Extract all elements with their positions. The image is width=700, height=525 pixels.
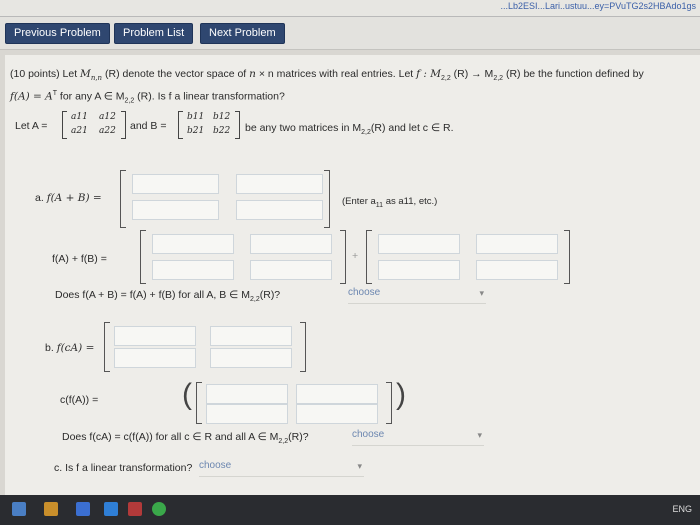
mail-icon[interactable]: [104, 502, 118, 516]
fca-input-22[interactable]: [210, 348, 292, 368]
cfa-bracket-l: [196, 382, 202, 424]
fca-input-12[interactable]: [210, 326, 292, 346]
bracket-left: [120, 170, 126, 228]
n-var: n: [249, 68, 256, 80]
part-c-question: c. Is f a linear transformation?: [54, 462, 193, 474]
does-a-question: Does f(A + B) = f(A) + f(B) for all A, B…: [55, 289, 281, 304]
chevron-down-icon: ▾: [479, 288, 484, 298]
chrome-icon[interactable]: [152, 502, 166, 516]
part-c-select[interactable]: choose ▾: [199, 460, 364, 477]
fb-input-22[interactable]: [476, 260, 558, 280]
fb-input-21[interactable]: [378, 260, 460, 280]
matrix-a: a11 a12 a21 a22: [62, 111, 126, 139]
app-icon[interactable]: [128, 502, 142, 516]
problem-nav-bar: Previous Problem Problem List Next Probl…: [0, 17, 700, 50]
sum-bracket-r2: [564, 230, 570, 284]
fa-input-21[interactable]: [152, 260, 234, 280]
sum-bracket-l1: [140, 230, 146, 284]
fca-bracket-l: [104, 322, 110, 372]
sum-expr: f(A) + f(B) =: [52, 253, 107, 265]
a21: a21: [71, 126, 88, 136]
cfa-bracket-r: [386, 382, 392, 424]
fa-input-11[interactable]: [152, 234, 234, 254]
problem-statement: (10 points) Let Mn,n (R) denote the vect…: [10, 68, 644, 105]
func-def: f : M: [416, 68, 441, 80]
fa-input-22[interactable]: [250, 260, 332, 280]
next-problem-button[interactable]: Next Problem: [200, 23, 285, 44]
part-a-label: a. f(A + B) =: [35, 192, 102, 204]
matrix-b: b11 b12 b21 b22: [178, 111, 240, 139]
previous-problem-button[interactable]: Previous Problem: [5, 23, 110, 44]
sum-bracket-l2: [366, 230, 372, 284]
does-a-select[interactable]: choose ▾: [348, 287, 486, 304]
locale-indicator: ENG: [672, 504, 692, 514]
sum-bracket-r1: [340, 230, 346, 284]
fab-input-11[interactable]: [132, 174, 219, 194]
paren-left: (: [182, 378, 192, 411]
cfa-input-12[interactable]: [296, 384, 378, 404]
a22: a22: [99, 126, 116, 136]
taskbar: ENG: [0, 495, 700, 525]
fca-input-11[interactable]: [114, 326, 196, 346]
bracket-right: [324, 170, 330, 228]
part-b-label: b. f(cA) =: [45, 342, 95, 354]
intro-text-d: (R) be the function defined by: [505, 68, 644, 80]
m-nn: Mn,n: [80, 68, 103, 83]
fb-input-11[interactable]: [378, 234, 460, 254]
fca-bracket-r: [300, 322, 306, 372]
file-explorer-icon[interactable]: [44, 502, 58, 516]
cfa-expr: c(f(A)) =: [60, 394, 99, 406]
a12: a12: [99, 112, 116, 122]
fa-def: f(A) = A: [10, 90, 53, 103]
chevron-down-icon: ▾: [357, 461, 362, 471]
b22: b22: [213, 126, 231, 136]
b12: b12: [213, 112, 231, 122]
fa-input-12[interactable]: [250, 234, 332, 254]
url-text: ...Lb2ESI...Lari..ustuu...ey=PVuTG2s2HBA…: [500, 1, 696, 11]
paren-right: ): [396, 378, 406, 411]
fab-input-21[interactable]: [132, 200, 219, 220]
cfa-input-21[interactable]: [206, 404, 288, 424]
intro-text-c: (R) → M: [453, 68, 494, 80]
intro-text-a: (R) denote the vector space of: [104, 68, 247, 80]
problem-list-button[interactable]: Problem List: [114, 23, 194, 44]
fab-input-12[interactable]: [236, 174, 323, 194]
and-b-label: and B =: [130, 120, 167, 132]
line2-c: (R). Is f a linear transformation?: [137, 90, 285, 103]
enter-hint: (Enter a11 as a11, etc.): [342, 196, 438, 209]
fb-input-12[interactable]: [476, 234, 558, 254]
line2-b: for any A ∈ M: [59, 90, 125, 103]
does-b-select[interactable]: choose ▾: [352, 429, 484, 446]
fab-input-22[interactable]: [236, 200, 323, 220]
fca-input-21[interactable]: [114, 348, 196, 368]
cfa-input-22[interactable]: [296, 404, 378, 424]
start-icon[interactable]: [12, 502, 26, 516]
browser-address-bar[interactable]: ...Lb2ESI...Lari..ustuu...ey=PVuTG2s2HBA…: [0, 0, 700, 17]
any-two-text: be any two matrices in M2,2(R) and let c…: [245, 122, 454, 137]
points-label: (10 points) Let: [10, 68, 78, 80]
chevron-down-icon: ▾: [477, 430, 482, 440]
plus-sign: +: [352, 250, 359, 262]
b21: b21: [187, 126, 205, 136]
intro-text-b: × n matrices with real entries. Let: [258, 68, 414, 80]
does-b-question: Does f(cA) = c(f(A)) for all c ∈ R and a…: [62, 431, 309, 446]
let-a-label: Let A =: [15, 120, 48, 132]
cfa-input-11[interactable]: [206, 384, 288, 404]
store-icon[interactable]: [76, 502, 90, 516]
b11: b11: [187, 112, 205, 122]
a11: a11: [71, 112, 88, 122]
